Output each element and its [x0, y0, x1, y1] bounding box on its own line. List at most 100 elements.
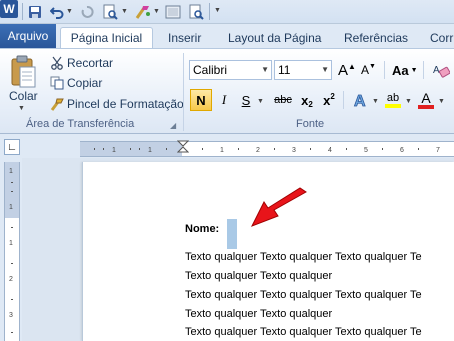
undo-icon[interactable] — [48, 2, 66, 22]
ribbon-tabs: Arquivo Página Inicial Inserir Layout da… — [0, 24, 454, 48]
grow-font-button[interactable]: A ▲ — [338, 60, 356, 80]
horizontal-ruler[interactable]: 1 1 1 2 3 4 5 6 7 — [80, 140, 454, 157]
underline-dropdown-icon[interactable]: ▼ — [257, 98, 264, 105]
paste-button[interactable]: Colar — [9, 89, 38, 103]
group-separator — [384, 61, 385, 79]
shrink-font-label: A — [361, 63, 370, 77]
subscript-button[interactable]: x2 — [298, 89, 316, 111]
empty-field-highlight[interactable] — [227, 219, 237, 249]
svg-text:1: 1 — [9, 168, 13, 175]
superscript-mark: 2 — [330, 91, 335, 101]
qat-separator — [22, 3, 23, 20]
eraser-icon: A — [433, 65, 450, 78]
svg-text:1: 1 — [9, 240, 13, 247]
subscript-label: x — [301, 92, 309, 108]
print-preview-icon[interactable] — [100, 2, 120, 22]
qat-separator — [209, 3, 210, 20]
group-separator — [423, 61, 424, 79]
redo-icon[interactable] — [78, 2, 96, 22]
clipboard-group-label: Área de Transferência — [26, 118, 135, 130]
italic-button[interactable]: I — [214, 89, 234, 111]
indent-marker-icon[interactable] — [177, 140, 189, 156]
change-case-dropdown-icon: ▼ — [410, 66, 418, 74]
paste-icon[interactable] — [8, 53, 38, 91]
text-effects-button[interactable]: A — [350, 89, 372, 111]
grow-font-label: A — [338, 61, 349, 79]
change-case-button[interactable]: Aa ▼ — [392, 60, 418, 80]
clear-formatting-button[interactable]: A — [430, 60, 452, 80]
text-effects-dropdown-icon[interactable]: ▼ — [372, 98, 379, 105]
highlight-color-swatch — [385, 104, 401, 108]
tab-home[interactable]: Página Inicial — [60, 27, 153, 48]
font-color-label: A — [421, 90, 431, 106]
highlight-button[interactable]: ab — [382, 89, 404, 111]
font-size-select[interactable]: 11 ▼ — [274, 60, 332, 80]
shrink-font-icon: ▼ — [369, 62, 376, 70]
text-line: Texto qualquer Texto qualquer Texto qual… — [185, 326, 422, 338]
print-dropdown-icon[interactable]: ▼ — [121, 8, 128, 15]
text-line: Texto qualquer Texto qualquer Texto qual… — [185, 251, 422, 263]
subscript-mark: 2 — [308, 99, 313, 109]
group-separator — [183, 53, 184, 131]
brush-icon — [50, 98, 64, 111]
change-case-label: Aa — [392, 62, 409, 78]
painter-dropdown-icon[interactable]: ▼ — [153, 8, 160, 15]
tab-page-layout[interactable]: Layout da Página — [228, 27, 321, 48]
font-family-value: Calibri — [193, 63, 228, 77]
group-separator — [343, 91, 344, 109]
tab-file[interactable]: Arquivo — [0, 24, 56, 48]
format-painter-label: Pincel de Formatação — [67, 97, 184, 111]
vertical-ruler[interactable]: 1 1 1 2 3 — [4, 162, 20, 341]
word-logo-icon[interactable]: W — [0, 0, 18, 18]
svg-text:A: A — [433, 65, 440, 76]
copy-button[interactable]: Copiar — [50, 74, 102, 92]
font-color-dropdown-icon[interactable]: ▼ — [438, 98, 445, 105]
clipboard-launcher-icon[interactable]: ◢ — [170, 120, 180, 130]
cut-label: Recortar — [67, 56, 114, 70]
format-painter-button[interactable]: Pincel de Formatação — [50, 95, 184, 113]
table-icon[interactable] — [163, 2, 183, 22]
strikethrough-button[interactable]: abc — [270, 89, 296, 111]
save-icon[interactable] — [26, 2, 44, 22]
svg-text:3: 3 — [292, 147, 296, 154]
font-size-dropdown-icon: ▼ — [321, 65, 329, 74]
cut-button[interactable]: Recortar — [50, 54, 113, 72]
print-preview-2-icon[interactable] — [186, 2, 206, 22]
superscript-label: x — [323, 92, 331, 108]
undo-dropdown-icon[interactable]: ▼ — [66, 8, 73, 15]
svg-text:2: 2 — [9, 276, 13, 283]
text-line: Texto qualquer Texto qualquer Texto qual… — [185, 289, 422, 301]
text-effects-icon: A — [354, 93, 367, 109]
font-color-swatch — [418, 105, 434, 109]
ribbon: Colar ▼ Recortar Copiar Pincel de Format… — [0, 48, 454, 134]
text-line: Texto qualquer Texto qualquer — [185, 270, 333, 282]
svg-text:7: 7 — [436, 147, 440, 154]
ruler-row: ∟ 1 1 1 2 3 4 5 6 7 — [0, 134, 454, 158]
tab-references[interactable]: Referências — [344, 27, 408, 48]
highlight-dropdown-icon[interactable]: ▼ — [405, 98, 412, 105]
superscript-button[interactable]: x2 — [320, 89, 338, 111]
svg-text:1: 1 — [220, 147, 224, 154]
customize-qat-icon[interactable]: ▼ — [214, 7, 221, 14]
paste-dropdown-icon[interactable]: ▼ — [18, 105, 25, 112]
tab-mailings[interactable]: Corr — [430, 27, 453, 48]
bold-button[interactable]: N — [190, 89, 212, 111]
format-painter-qat-icon[interactable] — [133, 2, 153, 22]
quick-access-toolbar: W ▼ ▼ ▼ ▼ — [0, 0, 454, 24]
font-family-dropdown-icon: ▼ — [261, 65, 269, 74]
tab-insert[interactable]: Inserir — [168, 27, 201, 48]
svg-text:3: 3 — [9, 312, 13, 319]
svg-text:6: 6 — [400, 147, 404, 154]
copy-icon — [50, 76, 64, 90]
font-size-value: 11 — [278, 63, 291, 77]
font-color-button[interactable]: A — [416, 89, 436, 111]
highlight-label: ab — [386, 92, 400, 104]
svg-text:5: 5 — [364, 147, 368, 154]
copy-label: Copiar — [67, 76, 103, 90]
shrink-font-button[interactable]: A ▼ — [361, 60, 376, 80]
svg-text:A: A — [354, 93, 366, 109]
font-family-select[interactable]: Calibri ▼ — [189, 60, 272, 80]
tab-selector-icon[interactable]: ∟ — [4, 139, 20, 155]
text-line: Texto qualquer Texto qualquer — [185, 308, 333, 320]
underline-button[interactable]: S — [237, 89, 255, 111]
